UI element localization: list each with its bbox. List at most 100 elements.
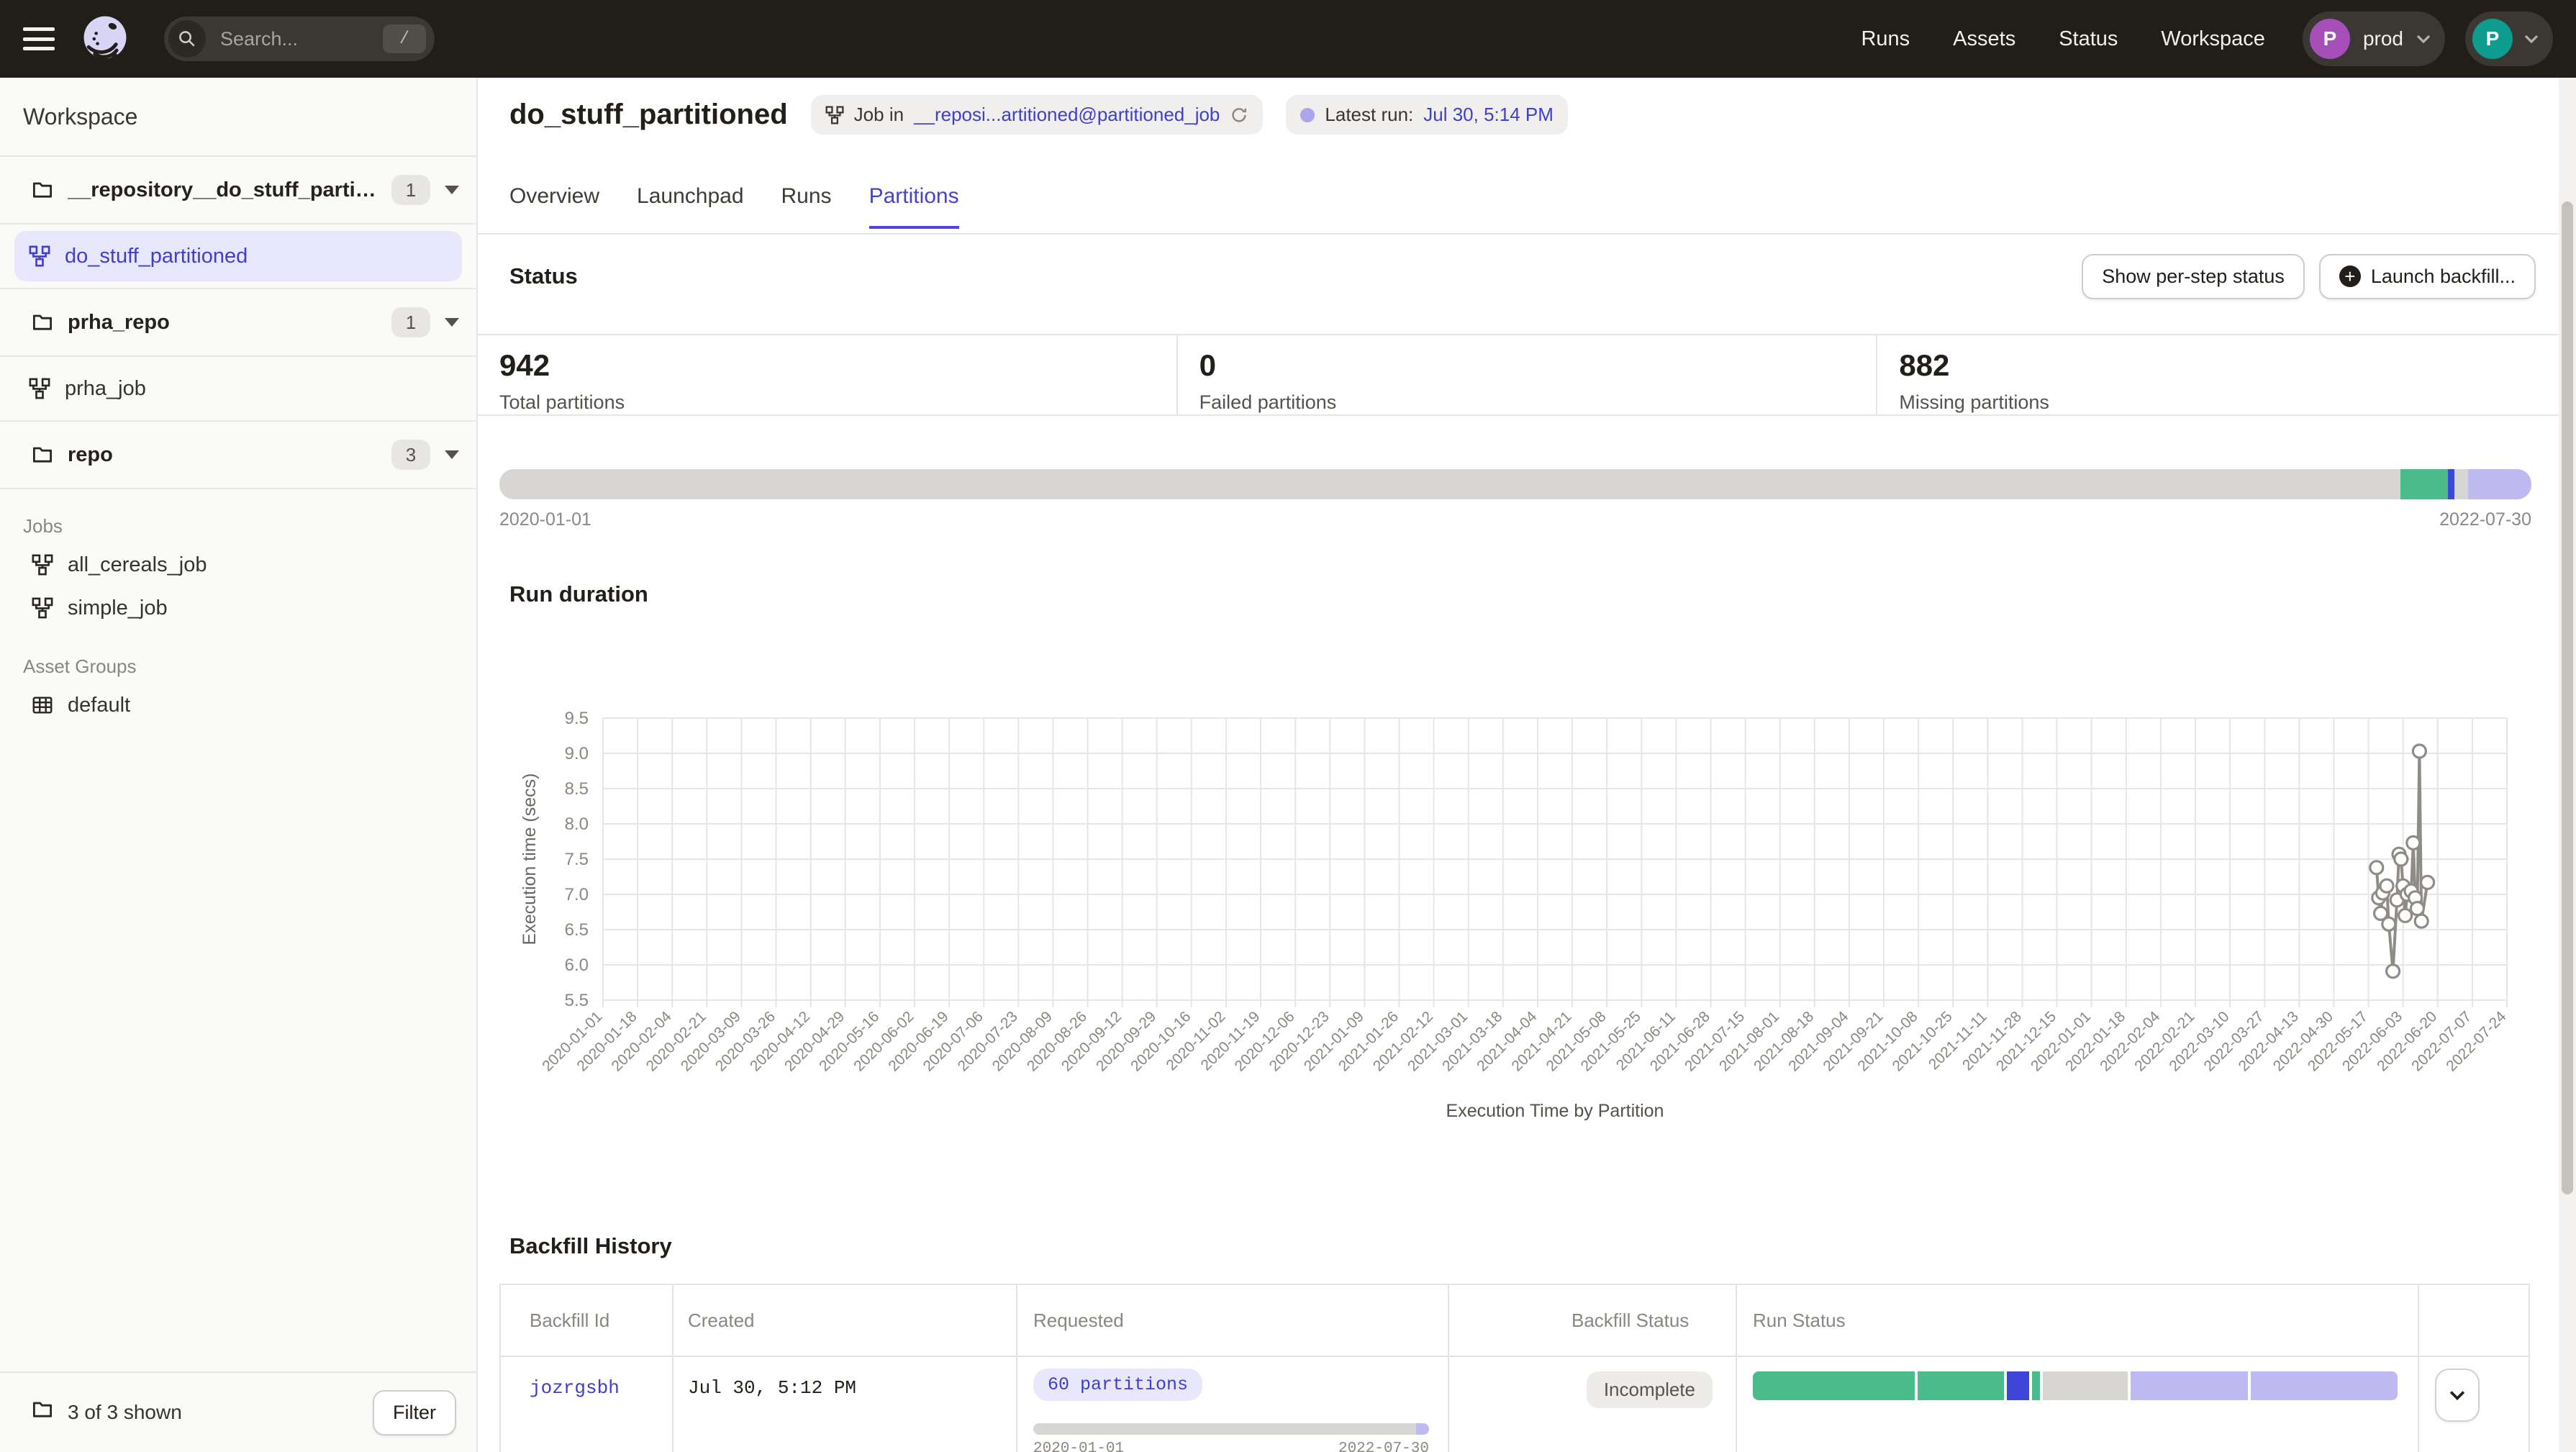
nav-link-assets[interactable]: Assets [1953, 27, 2015, 51]
workspace-sidebar: Workspace __repository__do_stuff_partiti… [0, 78, 478, 1452]
sidebar-repo-group-repo[interactable]: repo 3 [0, 422, 476, 489]
job-label: do_stuff_partitioned [65, 245, 248, 268]
latest-run-link[interactable]: Jul 30, 5:14 PM [1423, 104, 1554, 126]
folder-icon [32, 1399, 53, 1426]
backfill-history-table: Backfill Id Created Requested Backfill S… [499, 1284, 2530, 1452]
status-section-header: Status Show per-step status + Launch bac… [509, 248, 2536, 305]
col-backfill-status: Backfill Status [1572, 1310, 1689, 1332]
svg-text:Execution time (secs): Execution time (secs) [520, 773, 540, 945]
svg-text:Execution Time by Partition: Execution Time by Partition [1446, 1101, 1664, 1121]
sidebar-item-all-cereals-job[interactable]: all_cereals_job [0, 543, 476, 586]
latest-run-tag: Latest run: Jul 30, 5:14 PM [1286, 95, 1568, 135]
requested-range-labels: 2020-01-01 2022-07-30 [1033, 1440, 1429, 1452]
page-title: do_stuff_partitioned [509, 99, 788, 131]
deployment-label: prod [2363, 27, 2403, 50]
job-origin-tag: Job in __reposi...artitioned@partitioned… [811, 95, 1264, 135]
nav-link-workspace[interactable]: Workspace [2161, 27, 2265, 51]
plus-circle-icon: + [2339, 266, 2361, 287]
global-search[interactable]: / [164, 17, 435, 61]
stat-label: Missing partitions [1899, 391, 2576, 414]
backfill-id-link[interactable]: jozrgsbh [530, 1377, 620, 1399]
svg-text:9.5: 9.5 [565, 709, 589, 728]
search-shortcut-key: / [383, 24, 426, 53]
scrollbar-track[interactable] [2559, 78, 2576, 1452]
caret-down-icon[interactable] [445, 318, 459, 327]
sidebar-title: Workspace [0, 78, 476, 157]
run-status-dot-icon [1300, 108, 1315, 122]
refresh-icon[interactable] [1230, 106, 1248, 124]
jobs-section-label: Jobs [23, 515, 476, 537]
caret-down-icon[interactable] [445, 450, 459, 459]
stat-label: Failed partitions [1199, 391, 1877, 414]
show-per-step-status-button[interactable]: Show per-step status [2082, 254, 2305, 299]
requested-partitions-badge[interactable]: 60 partitions [1033, 1369, 1202, 1401]
job-icon [32, 597, 53, 619]
range-end: 2022-07-30 [1338, 1440, 1429, 1452]
job-origin-link[interactable]: __reposi...artitioned@partitioned_job [914, 104, 1220, 126]
bar-segment [2400, 469, 2448, 499]
page-header: do_stuff_partitioned Job in __reposi...a… [509, 95, 1568, 135]
search-input[interactable] [217, 27, 367, 52]
sidebar-footer: 3 of 3 shown Filter [0, 1371, 476, 1452]
latest-run-label: Latest run: [1325, 104, 1413, 126]
job-icon [29, 378, 50, 399]
asset-group-icon [32, 694, 53, 716]
folder-icon [32, 444, 53, 466]
bar-segment [2468, 469, 2531, 499]
sidebar-item-simple-job[interactable]: simple_job [0, 586, 476, 630]
filter-button[interactable]: Filter [373, 1390, 456, 1435]
tab-runs[interactable]: Runs [781, 184, 832, 229]
partition-status-bar[interactable] [499, 469, 2531, 499]
col-run-status: Run Status [1753, 1310, 1846, 1332]
user-avatar: P [2472, 19, 2513, 59]
run-status-bar[interactable] [1753, 1371, 2398, 1400]
nav-link-runs[interactable]: Runs [1861, 27, 1910, 51]
svg-text:5.5: 5.5 [565, 991, 589, 1010]
chevron-down-icon [2416, 35, 2431, 43]
main-content: do_stuff_partitioned Job in __reposi...a… [478, 78, 2576, 1452]
sidebar-job-slot: do_stuff_partitioned [0, 224, 476, 289]
stat-value: 0 [1199, 348, 1877, 383]
sidebar-item-prha-job[interactable]: prha_job [14, 363, 462, 414]
hamburger-menu-icon[interactable] [23, 27, 55, 50]
repo-count-badge: 1 [391, 175, 430, 205]
nav-link-status[interactable]: Status [2059, 27, 2118, 51]
tab-overview[interactable]: Overview [509, 184, 599, 229]
run-duration-chart-svg: 9.59.08.58.07.57.06.56.05.52020-01-01202… [478, 619, 2576, 1137]
requested-range-bar [1033, 1423, 1429, 1435]
tab-partitions[interactable]: Partitions [869, 184, 959, 229]
partition-range-start: 2020-01-01 [499, 509, 591, 530]
range-start: 2020-01-01 [1033, 1440, 1124, 1452]
user-menu[interactable]: P [2465, 12, 2553, 66]
repo-label: repo [68, 443, 380, 467]
run-duration-heading: Run duration [509, 581, 648, 607]
nav-links: Runs Assets Status Workspace [1861, 27, 2264, 51]
tab-launchpad[interactable]: Launchpad [637, 184, 743, 229]
scrollbar-thumb[interactable] [2562, 201, 2573, 1194]
caret-down-icon[interactable] [445, 186, 459, 194]
svg-text:8.5: 8.5 [565, 779, 589, 799]
deployment-avatar: P [2310, 19, 2350, 59]
sidebar-repo-group-prha-repo[interactable]: prha_repo 1 [0, 289, 476, 357]
sidebar-item-default-asset-group[interactable]: default [0, 684, 476, 727]
run-duration-chart: 9.59.08.58.07.57.06.56.05.52020-01-01202… [478, 619, 2576, 1137]
top-nav: / Runs Assets Status Workspace P prod P [0, 0, 2576, 78]
row-expand-button[interactable] [2435, 1369, 2480, 1422]
backfill-history-heading: Backfill History [509, 1233, 672, 1259]
dagster-app: / Runs Assets Status Workspace P prod P … [0, 0, 2576, 1452]
job-origin-prefix: Job in [854, 104, 904, 126]
launch-backfill-label: Launch backfill... [2371, 266, 2516, 288]
partition-bar-labels: 2020-01-01 2022-07-30 [499, 509, 2531, 530]
sidebar-repo-group-repository-do-stuff[interactable]: __repository__do_stuff_partitio... 1 [0, 157, 476, 224]
status-actions: Show per-step status + Launch backfill..… [2082, 254, 2536, 299]
folder-icon [32, 312, 53, 333]
job-icon [29, 245, 50, 267]
sidebar-item-do-stuff-partitioned[interactable]: do_stuff_partitioned [14, 231, 462, 281]
shown-count-label: 3 of 3 shown [68, 1401, 182, 1424]
dagster-logo-icon[interactable] [78, 12, 132, 66]
launch-backfill-button[interactable]: + Launch backfill... [2319, 254, 2536, 299]
bar-segment [2454, 469, 2469, 499]
svg-text:7.0: 7.0 [565, 885, 589, 904]
svg-text:6.0: 6.0 [565, 956, 589, 975]
deployment-switcher[interactable]: P prod [2303, 12, 2445, 66]
